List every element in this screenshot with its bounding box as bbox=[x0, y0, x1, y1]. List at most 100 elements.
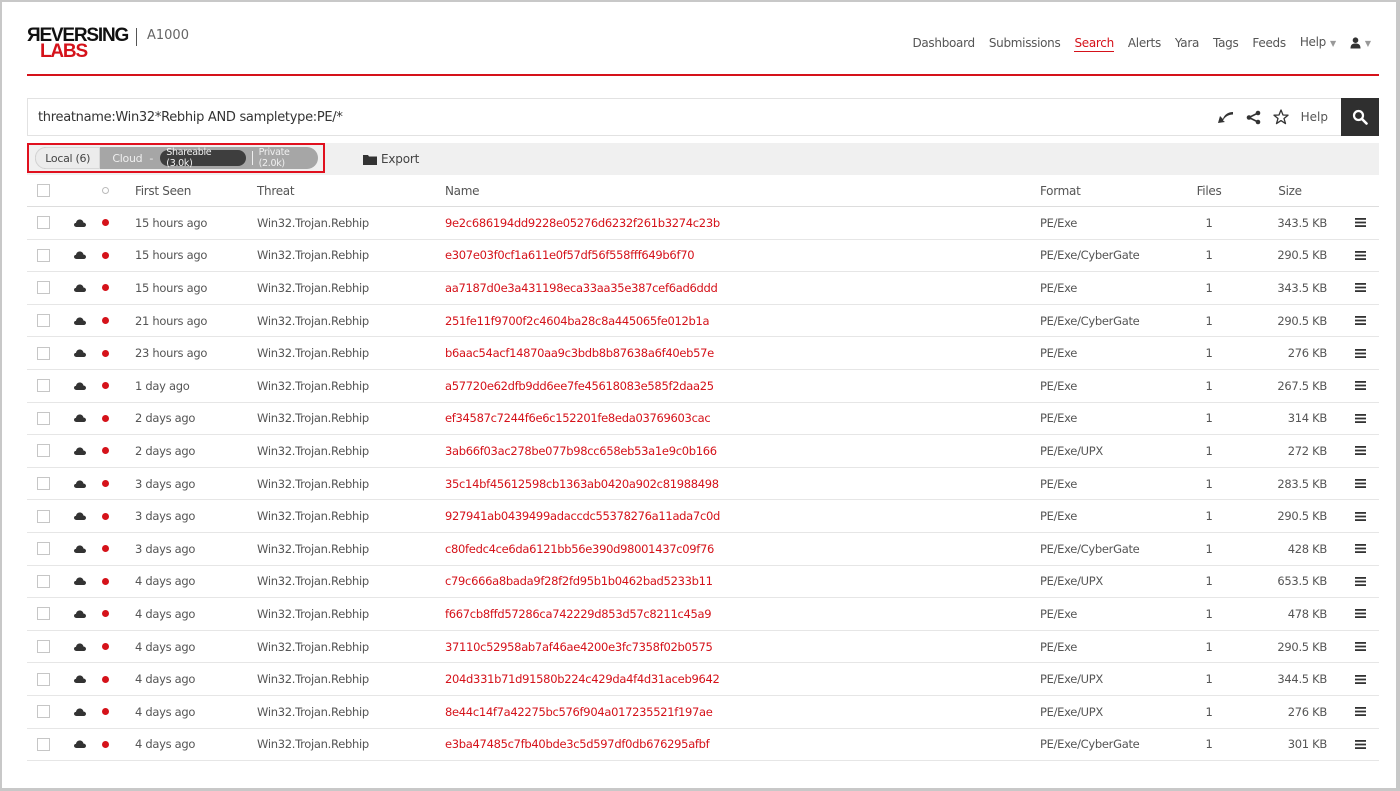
col-files[interactable]: Files bbox=[1177, 175, 1241, 206]
row-actions-button[interactable] bbox=[1355, 631, 1366, 663]
file-count: 1 bbox=[1205, 346, 1213, 361]
table-row[interactable]: 1 day ago Win32.Trojan.Rebhip a57720e62d… bbox=[27, 370, 1379, 403]
first-seen: 15 hours ago bbox=[135, 248, 208, 263]
row-actions-button[interactable] bbox=[1355, 729, 1366, 761]
reversinglabs-logo[interactable]: ЯEVERSING LABS bbox=[27, 26, 129, 66]
row-actions-button[interactable] bbox=[1355, 240, 1366, 272]
row-actions-button[interactable] bbox=[1355, 663, 1366, 695]
table-row[interactable]: 21 hours ago Win32.Trojan.Rebhip 251fe11… bbox=[27, 305, 1379, 338]
first-seen: 4 days ago bbox=[135, 704, 196, 719]
sample-hash-link[interactable]: aa7187d0e3a431198eca33aa35e387cef6ad6ddd bbox=[445, 281, 718, 295]
sample-hash-link[interactable]: a57720e62dfb9dd6ee7fe45618083e585f2daa25 bbox=[445, 379, 714, 393]
table-row[interactable]: 15 hours ago Win32.Trojan.Rebhip 9e2c686… bbox=[27, 207, 1379, 240]
select-all-checkbox[interactable] bbox=[37, 184, 50, 197]
row-checkbox[interactable] bbox=[37, 444, 50, 458]
sample-hash-link[interactable]: 37110c52958ab7af46ae4200e3fc7358f02b0575 bbox=[445, 640, 713, 654]
share-button[interactable] bbox=[1246, 110, 1261, 125]
sample-hash-link[interactable]: e307e03f0cf1a611e0f57df56f558fff649b6f70 bbox=[445, 248, 695, 262]
search-help-link[interactable]: Help bbox=[1301, 110, 1328, 124]
sample-hash-link[interactable]: f667cb8ffd57286ca742229d853d57c8211c45a9 bbox=[445, 607, 712, 621]
table-row[interactable]: 4 days ago Win32.Trojan.Rebhip c79c666a8… bbox=[27, 566, 1379, 599]
row-checkbox[interactable] bbox=[37, 346, 50, 360]
table-row[interactable]: 4 days ago Win32.Trojan.Rebhip 37110c529… bbox=[27, 631, 1379, 664]
table-row[interactable]: 2 days ago Win32.Trojan.Rebhip ef34587c7… bbox=[27, 403, 1379, 436]
nav-feeds[interactable]: Feeds bbox=[1252, 35, 1286, 51]
sample-hash-link[interactable]: 8e44c14f7a42275bc576f904a017235521f197ae bbox=[445, 705, 713, 719]
threat-name: Win32.Trojan.Rebhip bbox=[257, 280, 369, 295]
user-menu[interactable]: ▼ bbox=[1350, 37, 1371, 49]
filter-local[interactable]: Local (6) bbox=[35, 147, 101, 169]
nav-alerts[interactable]: Alerts bbox=[1128, 35, 1161, 51]
sample-hash-link[interactable]: c80fedc4ce6da6121bb56e390d98001437c09f76 bbox=[445, 542, 714, 556]
table-row[interactable]: 2 days ago Win32.Trojan.Rebhip 3ab66f03a… bbox=[27, 435, 1379, 468]
row-actions-button[interactable] bbox=[1355, 468, 1366, 500]
row-checkbox[interactable] bbox=[37, 216, 50, 230]
sample-hash-link[interactable]: b6aac54acf14870aa9c3bdb8b87638a6f40eb57e bbox=[445, 346, 714, 360]
table-row[interactable]: 23 hours ago Win32.Trojan.Rebhip b6aac54… bbox=[27, 337, 1379, 370]
nav-submissions[interactable]: Submissions bbox=[989, 35, 1061, 51]
sample-hash-link[interactable]: ef34587c7244f6e6c152201fe8eda03769603cac bbox=[445, 411, 711, 425]
row-checkbox[interactable] bbox=[37, 509, 50, 523]
table-row[interactable]: 4 days ago Win32.Trojan.Rebhip 204d331b7… bbox=[27, 663, 1379, 696]
col-threat[interactable]: Threat bbox=[257, 175, 295, 206]
row-actions-button[interactable] bbox=[1355, 337, 1366, 369]
sample-hash-link[interactable]: c79c666a8bada9f28f2fd95b1b0462bad5233b11 bbox=[445, 574, 713, 588]
nav-dashboard[interactable]: Dashboard bbox=[912, 35, 975, 51]
row-checkbox[interactable] bbox=[37, 574, 50, 588]
table-row[interactable]: 15 hours ago Win32.Trojan.Rebhip e307e03… bbox=[27, 240, 1379, 273]
sample-hash-link[interactable]: 927941ab0439499adaccdc55378276a11ada7c0d bbox=[445, 509, 720, 523]
row-checkbox[interactable] bbox=[37, 640, 50, 654]
row-actions-button[interactable] bbox=[1355, 696, 1366, 728]
export-button[interactable]: Export bbox=[363, 143, 419, 175]
row-actions-button[interactable] bbox=[1355, 500, 1366, 532]
row-actions-button[interactable] bbox=[1355, 598, 1366, 630]
row-checkbox[interactable] bbox=[37, 314, 50, 328]
row-checkbox[interactable] bbox=[37, 248, 50, 262]
row-actions-button[interactable] bbox=[1355, 403, 1366, 435]
row-actions-button[interactable] bbox=[1355, 207, 1366, 239]
sample-hash-link[interactable]: 204d331b71d91580b224c429da4f4d31aceb9642 bbox=[445, 672, 720, 686]
col-name[interactable]: Name bbox=[445, 175, 480, 206]
filter-private[interactable]: Private (2.0k) bbox=[259, 147, 318, 169]
sample-hash-link[interactable]: 251fe11f9700f2c4604ba28c8a445065fe012b1a bbox=[445, 314, 710, 328]
undo-button[interactable] bbox=[1216, 110, 1234, 124]
col-size[interactable]: Size bbox=[1245, 175, 1335, 206]
sample-hash-link[interactable]: 9e2c686194dd9228e05276d6232f261b3274c23b bbox=[445, 216, 720, 230]
row-actions-button[interactable] bbox=[1355, 305, 1366, 337]
table-row[interactable]: 4 days ago Win32.Trojan.Rebhip e3ba47485… bbox=[27, 729, 1379, 762]
table-row[interactable]: 4 days ago Win32.Trojan.Rebhip 8e44c14f7… bbox=[27, 696, 1379, 729]
row-checkbox[interactable] bbox=[37, 737, 50, 751]
table-row[interactable]: 4 days ago Win32.Trojan.Rebhip f667cb8ff… bbox=[27, 598, 1379, 631]
row-actions-button[interactable] bbox=[1355, 272, 1366, 304]
filter-shareable[interactable]: Shareable (3.0k) bbox=[160, 147, 246, 169]
table-row[interactable]: 15 hours ago Win32.Trojan.Rebhip aa7187d… bbox=[27, 272, 1379, 305]
row-checkbox[interactable] bbox=[37, 672, 50, 686]
row-checkbox[interactable] bbox=[37, 379, 50, 393]
nav-yara[interactable]: Yara bbox=[1175, 35, 1199, 51]
row-checkbox[interactable] bbox=[37, 705, 50, 719]
row-checkbox[interactable] bbox=[37, 542, 50, 556]
row-checkbox[interactable] bbox=[37, 607, 50, 621]
row-checkbox[interactable] bbox=[37, 477, 50, 491]
nav-help[interactable]: Help ▼ bbox=[1300, 34, 1336, 52]
table-row[interactable]: 3 days ago Win32.Trojan.Rebhip 35c14bf45… bbox=[27, 468, 1379, 501]
search-query-input[interactable] bbox=[28, 99, 1208, 135]
table-row[interactable]: 3 days ago Win32.Trojan.Rebhip c80fedc4c… bbox=[27, 533, 1379, 566]
nav-tags[interactable]: Tags bbox=[1213, 35, 1239, 51]
row-checkbox[interactable] bbox=[37, 411, 50, 425]
sample-hash-link[interactable]: 3ab66f03ac278be077b98cc658eb53a1e9c0b166 bbox=[445, 444, 717, 458]
row-actions-button[interactable] bbox=[1355, 533, 1366, 565]
col-format[interactable]: Format bbox=[1040, 175, 1081, 206]
table-row[interactable]: 3 days ago Win32.Trojan.Rebhip 927941ab0… bbox=[27, 500, 1379, 533]
nav-search[interactable]: Search bbox=[1074, 35, 1114, 52]
row-actions-button[interactable] bbox=[1355, 370, 1366, 402]
sample-hash-link[interactable]: e3ba47485c7fb40bde3c5d597df0db676295afbf bbox=[445, 737, 710, 751]
filter-cloud[interactable]: Cloud bbox=[112, 152, 142, 165]
search-button[interactable] bbox=[1341, 98, 1379, 136]
sample-hash-link[interactable]: 35c14bf45612598cb1363ab0420a902c81988498 bbox=[445, 477, 719, 491]
col-first-seen[interactable]: First Seen bbox=[135, 175, 191, 206]
row-actions-button[interactable] bbox=[1355, 435, 1366, 467]
favorite-button[interactable] bbox=[1272, 109, 1289, 125]
row-actions-button[interactable] bbox=[1355, 566, 1366, 598]
row-checkbox[interactable] bbox=[37, 281, 50, 295]
